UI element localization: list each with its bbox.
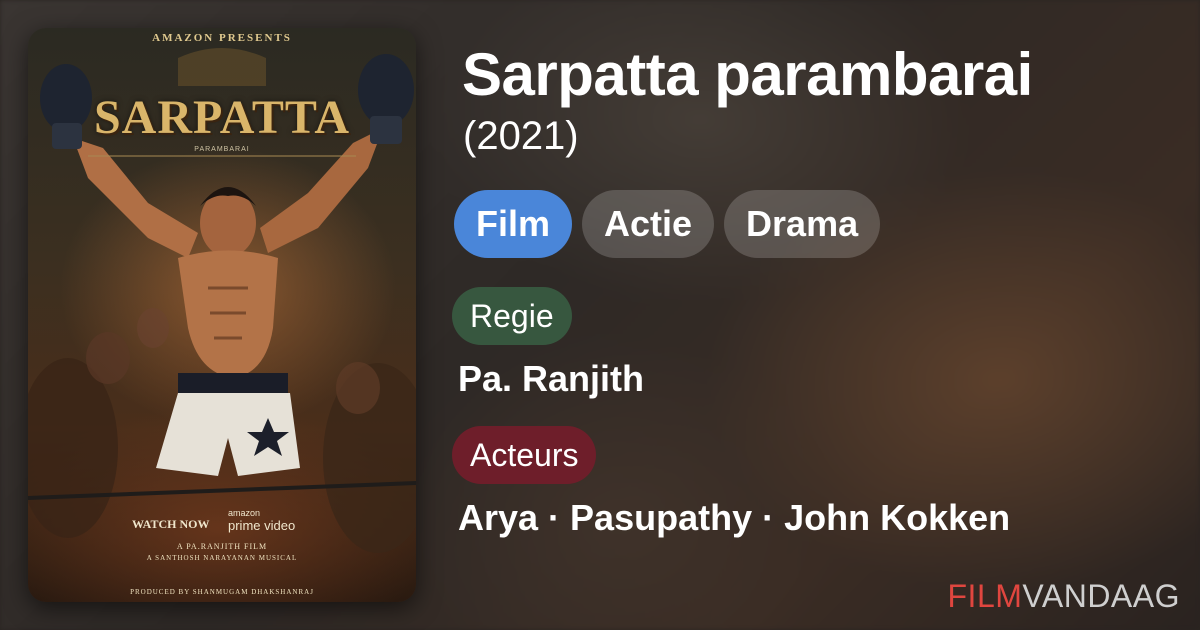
genre-tag-list: Film Actie Drama: [454, 190, 881, 258]
poster-watch-now-text: WATCH NOW: [132, 517, 210, 531]
poster-producer-credit: PRODUCED BY SHANMUGAM DHAKSHANRAJ: [130, 588, 314, 596]
genre-tag-drama[interactable]: Drama: [724, 190, 881, 258]
director-name[interactable]: Pa. Ranjith: [458, 358, 644, 400]
movie-year: (2021): [463, 114, 579, 158]
poster-subtitle-text: PARAMBARAI: [194, 146, 250, 153]
movie-title: Sarpatta parambarai: [462, 41, 1033, 108]
poster-music-credit: A SANTHOSH NARAYANAN MUSICAL: [146, 554, 298, 562]
genre-tag-actie[interactable]: Actie: [582, 190, 715, 258]
poster-amazon-text: amazon: [228, 508, 261, 518]
poster-presents-text: AMAZON PRESENTS: [152, 32, 292, 44]
filmvandaag-logo[interactable]: FILMVANDAAG: [948, 578, 1181, 615]
brand-part-film: FILM: [947, 578, 1023, 614]
brand-part-vandaag: VANDAAG: [1022, 578, 1180, 614]
cast-label: Acteurs: [452, 426, 597, 484]
genre-tag-film[interactable]: Film: [454, 190, 573, 258]
poster-director-credit: A PA.RANJITH FILM: [176, 542, 268, 551]
movie-poster[interactable]: AMAZON PRESENTS SARPATTA PARAMBARAI WATC…: [28, 28, 416, 602]
poster-prime-logo: amazon prime video: [228, 508, 295, 533]
poster-prime-video-text: prime video: [228, 518, 296, 533]
cast-names[interactable]: Arya · Pasupathy · John Kokken: [458, 497, 1010, 539]
poster-title-text: SARPATTA: [93, 91, 350, 144]
director-label: Regie: [452, 287, 572, 345]
